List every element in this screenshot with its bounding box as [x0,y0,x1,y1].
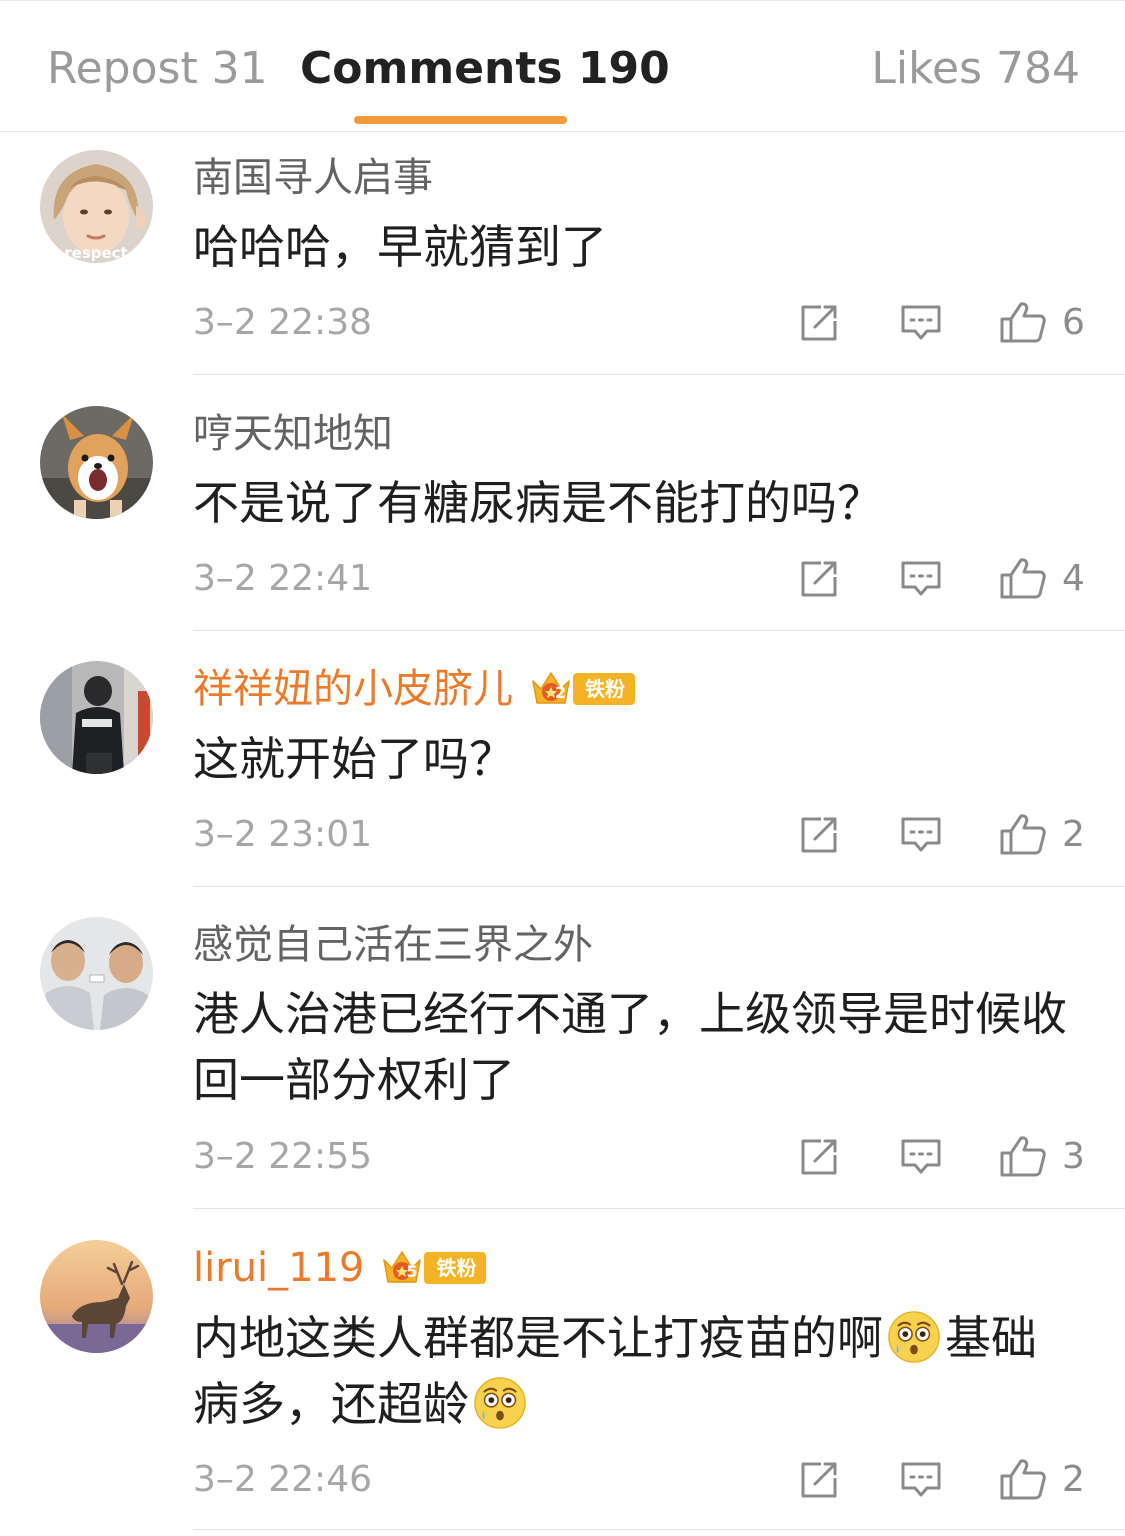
tab-likes[interactable]: Likes 784 [871,43,1080,95]
comment-timestamp: 3–2 22:41 [193,558,372,599]
comment-timestamp: 3–2 22:38 [193,302,372,343]
like-icon[interactable] [999,812,1047,856]
repost-icon[interactable] [799,303,839,343]
comment-text-segment: 病多，还超龄 [193,1377,469,1431]
comment-text-line: 回一部分权利了 [193,1053,515,1107]
fan-badge: 5 铁粉 [380,1248,487,1288]
reply-icon[interactable] [900,1460,942,1500]
fan-level: 5 [406,1262,418,1281]
fan-label: 铁粉 [424,1252,487,1284]
avatar-caption: respect [64,244,127,262]
reply-icon[interactable] [900,559,942,599]
comment-text-segment: 内地这类人群都是不让打疫苗的啊 [193,1311,883,1365]
like-count: 6 [1062,302,1085,343]
comment-text-segment: 基础 [945,1311,1037,1365]
divider [193,1529,1125,1530]
reply-icon[interactable] [900,815,942,855]
comment-text: 哈哈哈，早就猜到了 [193,220,607,274]
tab-repost[interactable]: Repost 31 [47,43,268,95]
flushed-tearful-emoji-icon [473,1376,527,1430]
like-count: 3 [1062,1136,1085,1177]
reply-icon[interactable] [900,1137,942,1177]
repost-icon[interactable] [799,1460,839,1500]
comment-item: 祥祥妞的小皮脐儿 2 铁粉 这就开始了吗？ 3–2 23:01 2 [0,631,1125,887]
comment-text: 港人治港已经行不通了，上级领导是时候收 回一部分权利了 [193,981,1083,1113]
crown-icon [380,1248,424,1288]
comment-item: 哼天知地知 不是说了有糖尿病是不能打的吗？ 3–2 22:41 4 [0,375,1125,631]
fan-level: 2 [555,683,567,702]
comment-item: respect 南国寻人启事 哈哈哈，早就猜到了 3–2 22:38 6 [0,132,1125,375]
comment-text: 这就开始了吗？ [193,732,515,786]
active-tab-indicator [354,116,567,124]
fan-badge: 2 铁粉 [529,671,635,707]
comment-username[interactable]: 感觉自己活在三界之外 [193,917,593,973]
like-count: 2 [1062,1459,1085,1500]
comment-text: 内地这类人群都是不让打疫苗的啊 基础病多，还超龄 [193,1305,1083,1437]
like-icon[interactable] [999,1134,1047,1178]
comment-username[interactable]: 南国寻人启事 [193,150,433,206]
like-count: 2 [1062,814,1085,855]
comment-username[interactable]: lirui_119 [193,1240,364,1296]
avatar[interactable] [40,1240,153,1353]
reply-icon[interactable] [900,303,942,343]
comment-text: 不是说了有糖尿病是不能打的吗？ [193,476,883,530]
comment-timestamp: 3–2 22:55 [193,1136,372,1177]
like-icon[interactable] [999,300,1047,344]
repost-icon[interactable] [799,1137,839,1177]
repost-icon[interactable] [799,559,839,599]
comment-tab-bar: Repost 31 Comments 190 Likes 784 [0,0,1125,132]
fan-label: 铁粉 [573,673,635,705]
avatar[interactable] [40,917,153,1030]
comment-item: lirui_119 5 铁粉 内地这类人群都是不让打疫苗的啊 基础病多，还超龄 3… [0,1209,1125,1536]
comment-timestamp: 3–2 22:46 [193,1459,372,1500]
avatar[interactable] [40,406,153,519]
flushed-tearful-emoji-icon [887,1310,941,1364]
like-count: 4 [1062,558,1085,599]
repost-icon[interactable] [799,815,839,855]
crown-icon [529,669,573,709]
tab-comments[interactable]: Comments 190 [300,43,670,95]
comment-username[interactable]: 祥祥妞的小皮脐儿 [193,661,513,717]
comment-item: 感觉自己活在三界之外 港人治港已经行不通了，上级领导是时候收 回一部分权利了 3… [0,887,1125,1209]
comment-timestamp: 3–2 23:01 [193,814,372,855]
avatar[interactable]: respect [40,150,153,263]
avatar[interactable] [40,661,153,774]
comment-text-line: 港人治港已经行不通了，上级领导是时候收 [193,987,1067,1041]
comment-username[interactable]: 哼天知地知 [193,406,393,462]
like-icon[interactable] [999,556,1047,600]
like-icon[interactable] [999,1457,1047,1501]
